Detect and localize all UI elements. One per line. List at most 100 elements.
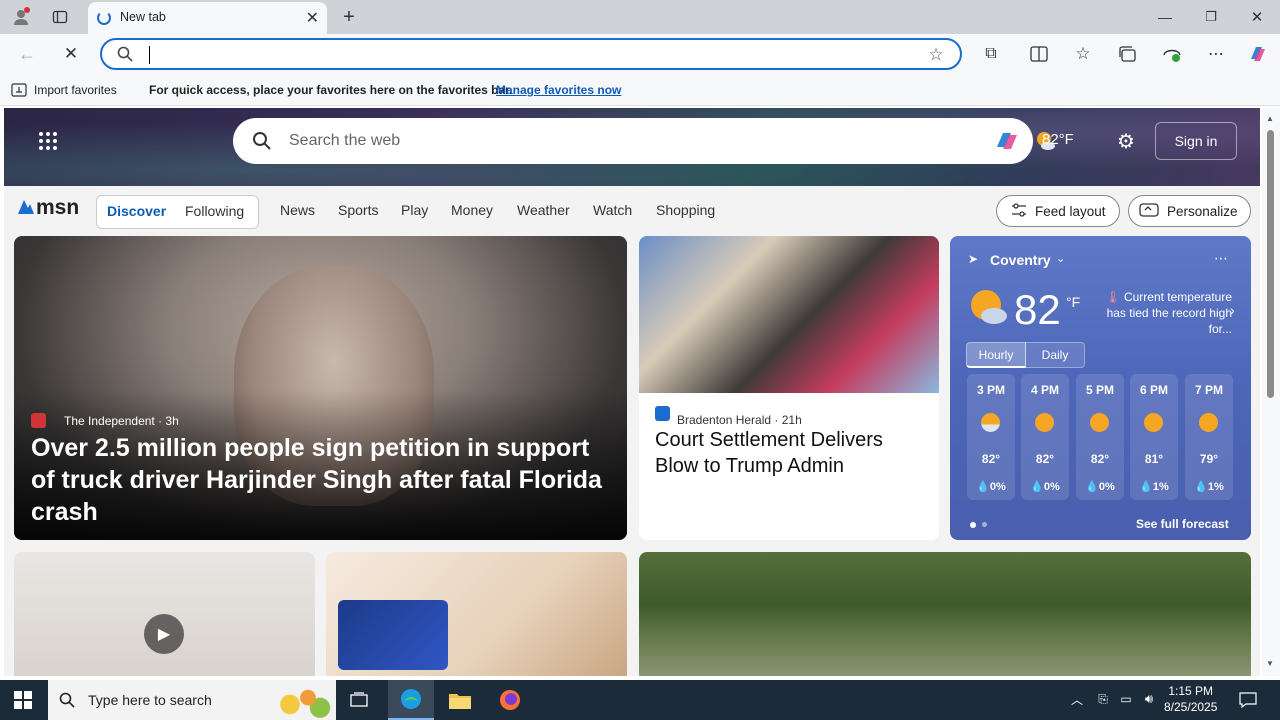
firefox-icon[interactable]	[490, 680, 530, 720]
address-bar[interactable]: ☆	[100, 38, 962, 70]
carousel-dot[interactable]	[982, 522, 987, 527]
usb-device-icon[interactable]: ⎘	[1094, 690, 1112, 708]
stop-loading-button[interactable]: ✕	[60, 43, 82, 65]
story-card[interactable]: Bradenton Herald · 21h Court Settlement …	[639, 236, 939, 540]
temperature-unit[interactable]: °F	[1066, 294, 1080, 310]
restore-button[interactable]: ❐	[1200, 6, 1222, 28]
thermometer-icon: 🌡	[1105, 290, 1121, 304]
hourly-forecast-item: 7 PM 79° 💧1%	[1185, 374, 1233, 500]
more-options-icon[interactable]: ⋯	[1214, 250, 1228, 267]
copilot-icon[interactable]	[1246, 43, 1270, 65]
nav-sports[interactable]: Sports	[338, 202, 378, 218]
apps-launcher-icon[interactable]	[37, 130, 59, 152]
weather-card[interactable]: ➤ Coventry ⌄ ⋯ 82 °F 🌡 Current temperatu…	[950, 236, 1251, 540]
search-icon	[116, 45, 134, 63]
nav-money[interactable]: Money	[451, 202, 493, 218]
story-source: Bradenton Herald · 21h	[677, 413, 802, 427]
feed-layout-button[interactable]: Feed layout	[996, 195, 1120, 227]
carousel-dot-active[interactable]	[970, 522, 976, 528]
close-window-button[interactable]: ✕	[1246, 6, 1268, 28]
favorites-bar: Import favorites For quick access, place…	[0, 74, 1280, 106]
ad-card[interactable]	[326, 552, 627, 676]
weather-city[interactable]: Coventry	[990, 252, 1051, 268]
tab-hourly[interactable]: Hourly	[966, 342, 1026, 368]
personalize-button[interactable]: Personalize	[1128, 195, 1251, 227]
scrollbar-thumb[interactable]	[1267, 130, 1274, 398]
story-image-card[interactable]	[639, 552, 1251, 676]
lead-story-card[interactable]: The Independent · 3h Over 2.5 million pe…	[14, 236, 627, 540]
sun-icon	[1144, 413, 1163, 432]
taskbar-search-placeholder: Type here to search	[88, 692, 212, 708]
chevron-down-icon[interactable]: ⌄	[1056, 252, 1065, 265]
split-screen-icon[interactable]	[1028, 43, 1050, 65]
new-tab-button[interactable]: +	[338, 6, 360, 28]
tab-discover[interactable]: Discover	[107, 203, 166, 219]
collections-icon[interactable]	[1117, 43, 1139, 65]
clock-date: 8/25/2025	[1164, 700, 1218, 714]
nav-play[interactable]: Play	[401, 202, 428, 218]
favorites-icon[interactable]: ☆	[1072, 43, 1094, 65]
nav-weather[interactable]: Weather	[517, 202, 570, 218]
back-button[interactable]: ←	[16, 43, 38, 65]
notifications-icon[interactable]	[1238, 690, 1258, 710]
weather-alert[interactable]: 🌡 Current temperature has tied the recor…	[1100, 289, 1232, 337]
settings-more-icon[interactable]: ⋯	[1205, 43, 1227, 65]
see-full-forecast-link[interactable]: See full forecast	[1136, 517, 1229, 531]
header-temperature[interactable]: 82°F	[1042, 131, 1074, 148]
sliders-icon	[1011, 202, 1027, 220]
copilot-search-icon[interactable]	[991, 126, 1023, 156]
chevron-right-icon[interactable]: ›	[1230, 302, 1235, 318]
edge-taskbar-icon[interactable]	[388, 680, 434, 720]
partly-sunny-icon	[981, 413, 1000, 432]
hourly-forecast-item: 3 PM 82° 💧0%	[967, 374, 1015, 500]
story-source: The Independent · 3h	[64, 414, 179, 428]
play-icon[interactable]: ▶	[144, 614, 184, 654]
scroll-up-icon[interactable]: ▲	[1266, 114, 1274, 123]
scroll-down-icon[interactable]: ▼	[1266, 659, 1274, 668]
msn-nav-bar: msn Discover Following News Sports Play …	[4, 186, 1260, 236]
nav-watch[interactable]: Watch	[593, 202, 632, 218]
favorites-hint: For quick access, place your favorites h…	[149, 83, 513, 97]
location-arrow-icon: ➤	[968, 252, 979, 266]
nav-news[interactable]: News	[280, 202, 315, 218]
nav-shopping[interactable]: Shopping	[656, 202, 715, 218]
windows-taskbar: Type here to search ︿ ⎘ ▭ 🔊︎ 1:15 PM 8/2…	[0, 680, 1280, 720]
story-headline[interactable]: Court Settlement Delivers Blow to Trump …	[655, 427, 925, 479]
file-explorer-icon[interactable]	[440, 680, 480, 720]
task-view-icon[interactable]	[348, 689, 370, 711]
add-favorite-star-icon[interactable]: ☆	[926, 45, 946, 65]
tab-following[interactable]: Following	[185, 203, 244, 219]
msn-new-tab-page: Search the web 82°F ⚙ Sign in msn Discov…	[4, 108, 1260, 676]
close-tab-icon[interactable]: ✕	[306, 8, 319, 28]
clock-time: 1:15 PM	[1168, 684, 1214, 698]
network-icon[interactable]: ▭	[1117, 690, 1135, 708]
video-story-card[interactable]: ▶	[14, 552, 315, 676]
tab-daily[interactable]: Daily	[1025, 342, 1085, 368]
sign-in-button[interactable]: Sign in	[1155, 122, 1237, 160]
import-favorites-button[interactable]: Import favorites	[34, 83, 117, 97]
extensions-icon[interactable]: ⧉	[980, 43, 1002, 65]
taskbar-clock[interactable]: 1:15 PM 8/25/2025	[1164, 683, 1217, 715]
search-placeholder: Search the web	[289, 132, 401, 149]
sun-icon	[1035, 413, 1054, 432]
tab-new-tab[interactable]: New tab ✕	[88, 2, 327, 34]
page-scrollbar[interactable]: ▲ ▼	[1262, 108, 1280, 676]
taskbar-search-box[interactable]: Type here to search	[48, 680, 336, 720]
personalize-label: Personalize	[1167, 203, 1238, 219]
partly-sunny-icon	[968, 288, 1007, 324]
story-headline[interactable]: Over 2.5 million people sign petition in…	[31, 432, 611, 528]
page-settings-gear-icon[interactable]: ⚙	[1115, 130, 1137, 153]
search-icon	[251, 130, 273, 152]
browser-essentials-icon[interactable]	[1161, 43, 1183, 65]
chevron-up-icon[interactable]: ︿	[1068, 690, 1086, 708]
manage-favorites-link[interactable]: Manage favorites now	[496, 83, 621, 97]
volume-icon[interactable]: 🔊︎	[1140, 690, 1158, 708]
msn-logo[interactable]: msn	[16, 196, 79, 220]
navigation-toolbar: ← ✕ ☆ ⧉ ☆ ⋯	[0, 34, 1280, 74]
windows-start-icon[interactable]	[12, 690, 34, 710]
tab-actions-icon[interactable]	[50, 8, 70, 26]
profile-icon[interactable]	[10, 6, 32, 28]
hourly-forecast-item: 6 PM 81° 💧1%	[1130, 374, 1178, 500]
web-search-box[interactable]: Search the web	[233, 118, 1033, 164]
minimize-button[interactable]: ―	[1154, 6, 1176, 28]
